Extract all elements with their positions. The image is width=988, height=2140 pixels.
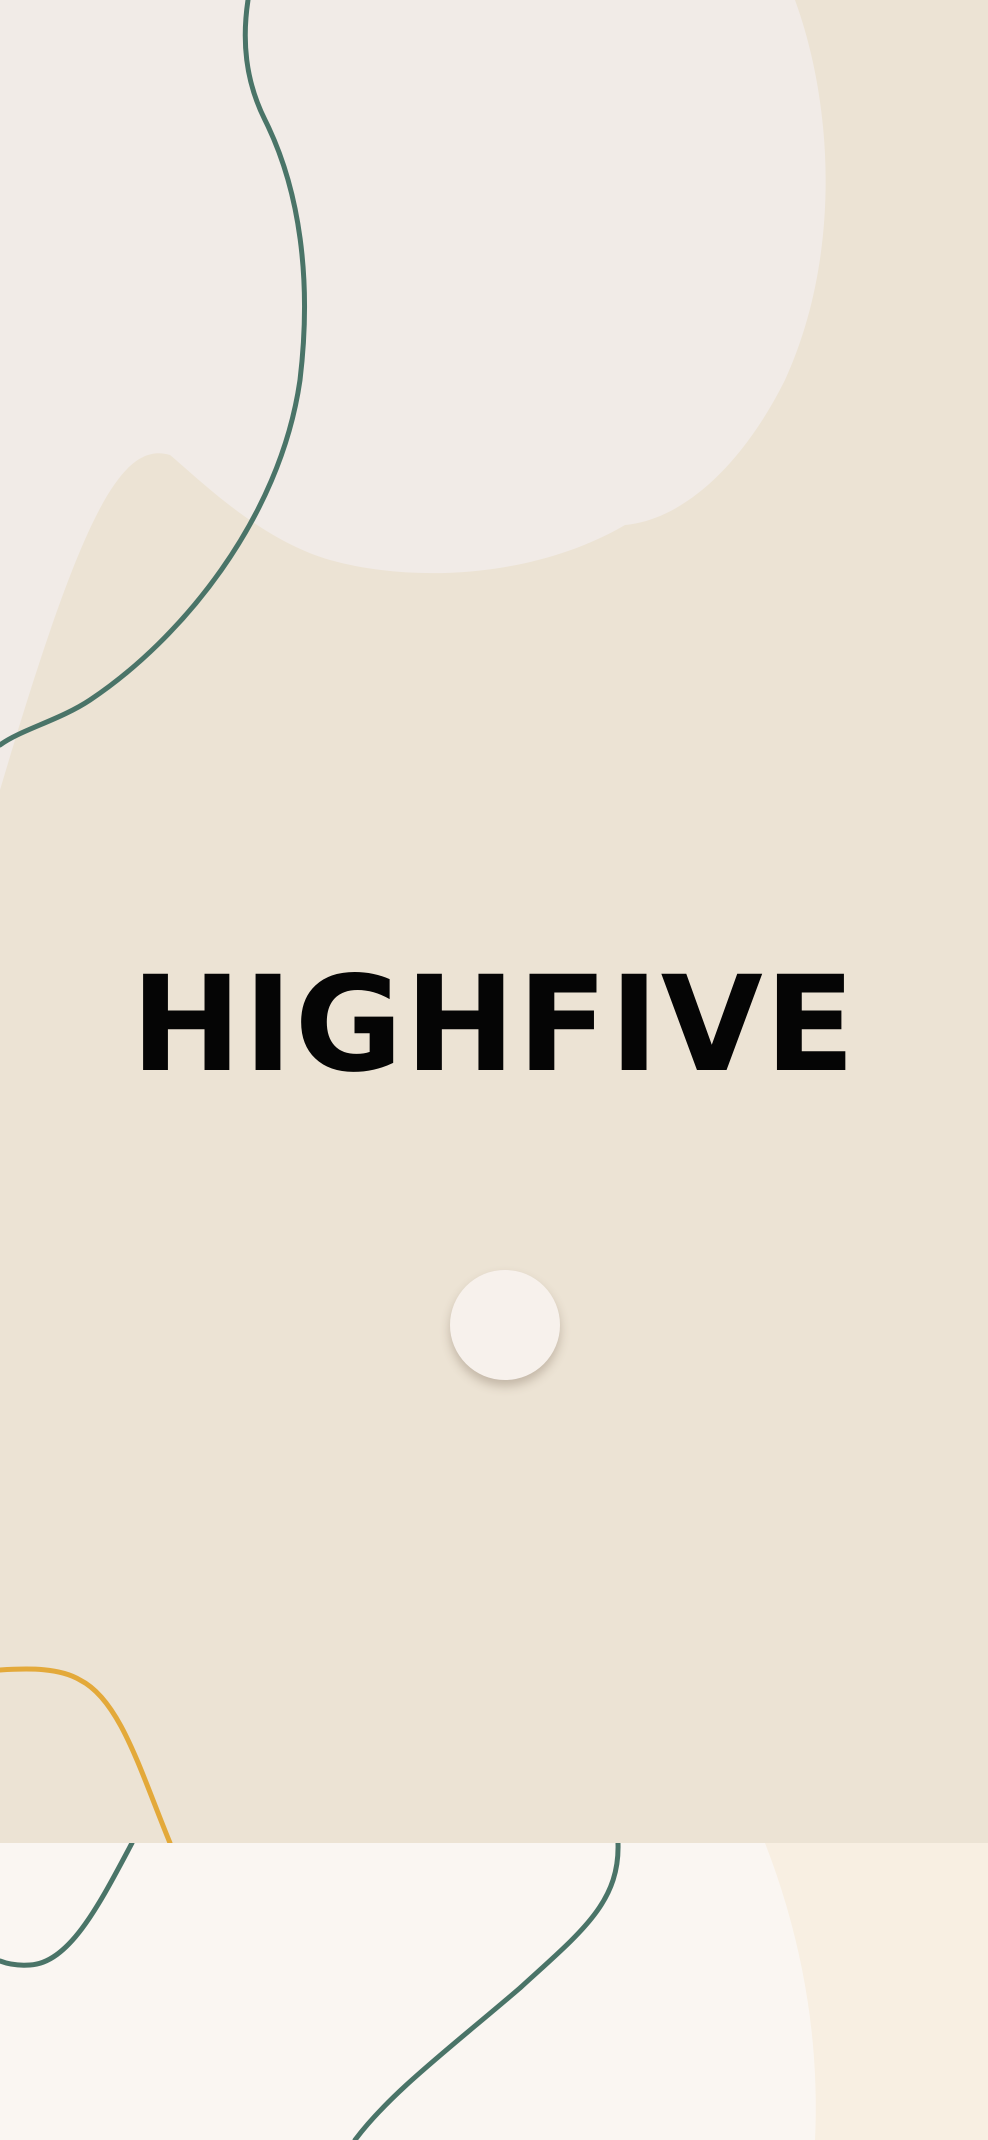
bottom-light-blob-shape — [0, 1843, 816, 2140]
splash-bottom-panel — [0, 1843, 988, 2140]
splash-top-panel: HIGHFIVE — [0, 0, 988, 1843]
app-brand-title: HIGHFIVE — [130, 948, 857, 1102]
loading-dot-icon — [450, 1270, 560, 1380]
background-decoration — [0, 0, 826, 1843]
bottom-background-decoration — [0, 1843, 816, 2140]
gold-curve-line — [0, 1666, 173, 1843]
splash-screen: HIGHFIVE — [0, 0, 988, 2140]
light-blob-shape — [0, 0, 826, 790]
